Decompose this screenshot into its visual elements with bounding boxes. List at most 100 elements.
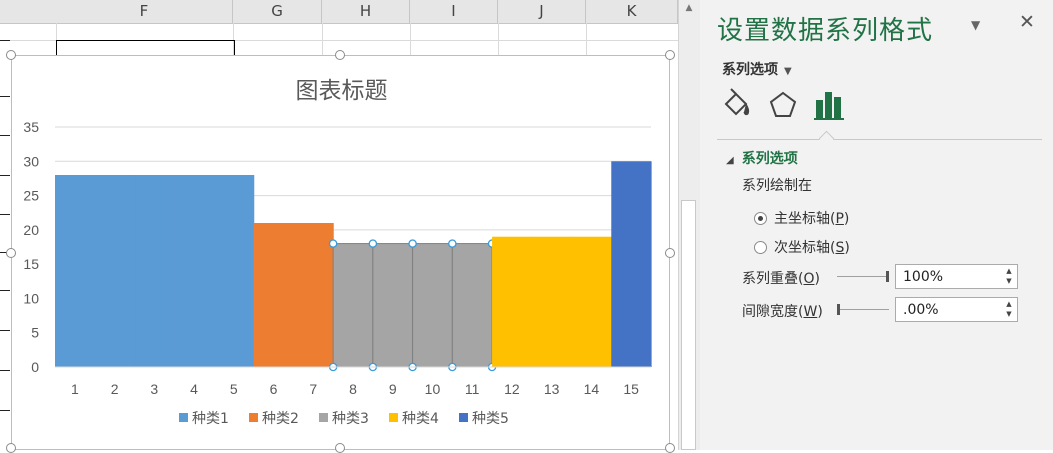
bar-种类4[interactable] [531,236,573,367]
series-overlap-label: 系列重叠(O) [742,268,820,288]
x-tick-label: 10 [425,381,441,397]
legend-swatch [249,413,258,422]
column-header-f[interactable]: F [56,0,233,23]
chart-resize-handle[interactable] [665,248,675,258]
x-tick-label: 8 [349,381,357,397]
paren: ) [817,304,823,320]
gap-width-value[interactable]: .00% [903,302,939,318]
secondary-axis-label: 次坐标轴( [774,240,836,256]
bar-种类3[interactable] [451,243,493,368]
x-tick-label: 12 [504,381,520,397]
section-header-series-options[interactable]: ◢ 系列选项 [726,148,798,168]
chart-plot[interactable]: 051015202530351 2 3 4 5 6 7 8 9 10 11 12 13 14 15种类1 种类… [12,56,671,451]
bar-种类2[interactable] [293,223,334,367]
primary-axis-accesskey: P [835,211,844,227]
slider-handle[interactable] [837,304,840,315]
effects-pentagon-icon[interactable] [766,88,800,124]
radio-unchecked-icon[interactable] [754,241,767,254]
chart-resize-handle[interactable] [6,248,16,258]
format-data-series-pane: 设置数据系列格式 ▼ ✕ 系列选项 ▼ ◢ 系列选项 系列绘制在 主坐标轴(P) 次… [700,0,1053,450]
gap-width-label: 间隙宽度(W) [742,301,823,321]
chart-resize-handle[interactable] [665,443,675,453]
selection-handle[interactable] [448,239,457,248]
chart-resize-handle[interactable] [6,50,16,60]
y-tick-label: 25 [23,188,39,204]
legend-entry[interactable]: 种类4 [402,411,439,427]
chevron-down-icon: ▼ [784,66,792,77]
column-header-i[interactable]: I [410,0,498,23]
y-tick-label: 30 [23,153,39,169]
scrollbar-thumb[interactable] [681,200,696,450]
bar-种类2[interactable] [253,223,294,367]
slider-track [837,309,889,310]
bar-种类3[interactable] [332,243,374,368]
bar-种类4[interactable] [571,236,612,367]
legend-swatch [179,413,188,422]
bar-种类1[interactable] [55,175,96,367]
chart-resize-handle[interactable] [335,50,345,60]
bar-种类4[interactable] [492,236,533,367]
x-tick-label: 3 [150,381,158,397]
legend-entry[interactable]: 种类2 [262,411,299,427]
series-overlap-slider[interactable] [837,270,889,284]
x-tick-label: 2 [111,381,119,397]
bar-种类1[interactable] [174,175,215,367]
fill-line-icon[interactable] [720,88,754,124]
section-title: 系列选项 [741,151,798,167]
bar-种类1[interactable] [94,175,136,367]
y-tick-label: 10 [23,290,39,306]
paren: ) [844,240,850,256]
x-tick-label: 6 [270,381,278,397]
slider-handle[interactable] [886,271,889,282]
primary-axis-label: 主坐标轴( [774,211,836,227]
active-tab-indicator [818,130,835,147]
secondary-axis-radio[interactable]: 次坐标轴(S) [754,237,850,257]
bar-种类3[interactable] [372,243,414,368]
y-tick-label: 15 [23,256,39,272]
bar-种类1[interactable] [134,175,175,367]
series-options-dropdown[interactable]: 系列选项 ▼ [722,59,792,79]
gap-width-slider[interactable] [837,303,889,317]
spinner-arrows-icon[interactable]: ▲ ▼ [1004,266,1014,286]
primary-axis-radio[interactable]: 主坐标轴(P) [754,208,849,228]
y-tick-label: 5 [31,325,39,341]
plot-series-on-label: 系列绘制在 [742,178,812,194]
selection-handle[interactable] [368,239,378,248]
selection-handle[interactable] [328,239,338,248]
series-overlap-value[interactable]: 100% [903,269,943,285]
x-tick-label: 11 [465,381,480,397]
legend-swatch [389,413,398,422]
x-tick-label: 4 [190,381,198,397]
bar-种类3[interactable] [412,243,453,368]
series-options-bar-icon[interactable] [813,88,847,124]
column-headers: F G H I J K [0,0,678,24]
x-tick-label: 15 [623,381,639,397]
y-tick-label: 0 [31,359,39,375]
chart-resize-handle[interactable] [6,443,16,453]
spinner-arrows-icon[interactable]: ▲ ▼ [1004,299,1014,319]
scroll-up-arrow-icon[interactable]: ▲ [683,3,695,13]
close-icon[interactable]: ✕ [1019,11,1035,33]
radio-checked-icon[interactable] [754,212,767,225]
chart-resize-handle[interactable] [335,443,345,453]
overlap-text: 系列重叠( [742,271,804,287]
y-tick-label: 20 [23,222,39,238]
column-header-k[interactable]: K [586,0,678,23]
bar-种类5[interactable] [611,161,652,367]
column-header-g[interactable]: G [233,0,322,23]
chart-resize-handle[interactable] [665,50,675,60]
legend-entry[interactable]: 种类1 [192,411,229,427]
legend-swatch [459,413,468,422]
series-overlap-spinner[interactable]: 100% ▲ ▼ [895,264,1018,289]
column-header-j[interactable]: J [498,0,586,23]
chart-area[interactable]: 图表标题 0 5 10 15 20 25 30 35 1 2 3 4 5 6 7 8 9 10 11 12 13 14 15… [11,55,670,450]
legend-entry[interactable]: 种类3 [332,411,369,427]
gap-width-spinner[interactable]: .00% ▲ ▼ [895,297,1018,322]
pane-options-dropdown-icon[interactable]: ▼ [971,18,980,32]
paren: ) [814,271,820,287]
legend-entry[interactable]: 种类5 [472,411,509,427]
bar-种类1[interactable] [213,175,255,367]
selection-handle[interactable] [408,239,417,248]
column-header-h[interactable]: H [322,0,410,23]
series-options-dropdown-label: 系列选项 [722,62,778,78]
